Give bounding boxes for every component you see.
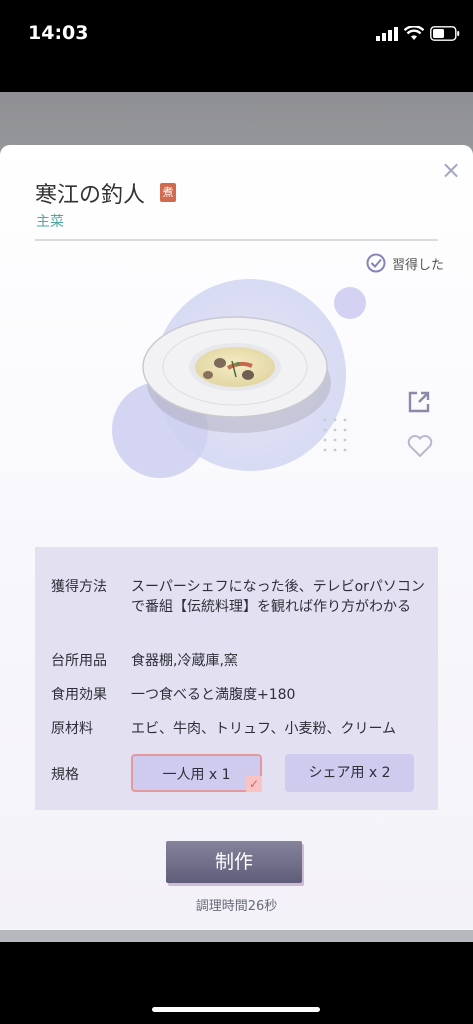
info-key: 原材料 [51,721,93,737]
info-key: 獲得方法 [51,579,107,595]
info-key: 食用効果 [51,687,107,703]
recipe-info-panel: 獲得方法 スーパーシェフになった後、テレビorパソコンで番組【伝統料理】を観れば… [35,547,438,810]
recipe-category: 主菜 [36,214,64,230]
learned-label: 習得した [392,257,445,273]
selected-check-icon: ✓ [246,776,262,792]
spec-single-label: 一人用 x 1 [162,767,231,783]
battery-icon [430,26,460,41]
signal-icon [376,27,398,41]
info-value: 一つ食べると満腹度+180 [131,687,296,703]
close-icon[interactable]: × [440,158,462,182]
info-value: エビ、牛肉、トリュフ、小麦粉、クリーム [131,721,397,737]
info-value: スーパーシェフになった後、テレビorパソコンで番組【伝統料理】を観れば作り方がわ… [131,579,425,615]
spec-share-button[interactable]: シェア用 x 2 [285,754,414,792]
info-key: 台所用品 [51,653,107,669]
dish-illustration [112,279,366,478]
wifi-icon [404,26,424,40]
spec-share-label: シェア用 x 2 [308,765,391,781]
spec-single-button[interactable]: 一人用 x 1 ✓ [131,754,262,792]
recipe-dialog: × 寒江の釣人 煮 主菜 習得した 獲得方法 スーパーシェフになった後、テレビo… [0,145,473,930]
title-divider [35,239,438,241]
info-value: 食器棚,冷蔵庫,窯 [131,653,238,669]
make-button[interactable]: 制作 [166,841,302,883]
cooking-method-badge: 煮 [160,183,176,202]
status-bar: 14:03 [0,0,473,70]
cook-time: 調理時間26秒 [195,899,278,914]
status-time: 14:03 [28,22,89,44]
home-indicator[interactable] [152,1007,320,1012]
share-icon[interactable] [406,389,432,415]
heart-icon[interactable] [406,433,434,459]
recipe-title: 寒江の釣人 [35,183,146,208]
info-key: 規格 [51,767,79,783]
